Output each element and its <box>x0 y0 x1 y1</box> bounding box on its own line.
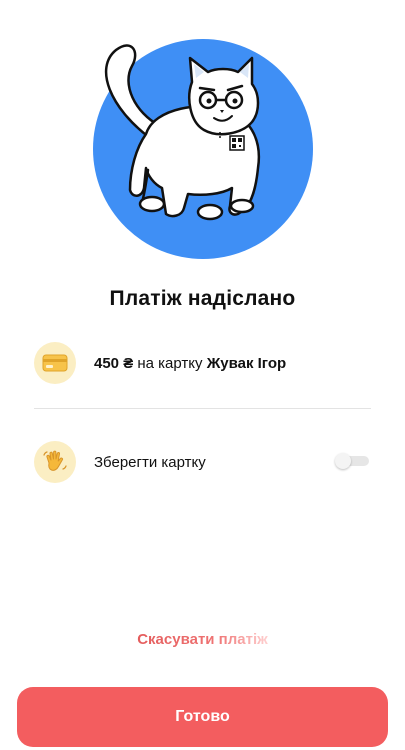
page-title: Платіж надіслано <box>109 287 296 310</box>
divider <box>34 408 371 409</box>
payment-summary-row: 450 ₴ на картку Жувак Ігор <box>34 341 371 385</box>
payment-recipient: Жувак Ігор <box>206 354 287 372</box>
done-button[interactable]: Готово <box>17 687 388 747</box>
save-card-row[interactable]: Зберегти картку <box>34 440 371 484</box>
payment-connector-text: на картку <box>133 354 207 372</box>
cancel-payment-label: Скасувати платіж <box>137 631 268 648</box>
toggle-knob <box>335 453 351 469</box>
cat-illustration <box>92 38 314 260</box>
save-card-label: Зберегти картку <box>94 453 206 471</box>
payment-summary-text: 450 ₴ на картку Жувак Ігор <box>94 355 286 372</box>
cancel-payment-button[interactable]: Скасувати платіж <box>0 631 405 648</box>
save-card-toggle[interactable] <box>335 453 369 469</box>
waving-hand-icon <box>34 441 76 483</box>
cat-illustration-image <box>93 39 313 259</box>
card-icon <box>34 342 76 384</box>
payment-amount: 450 ₴ <box>94 354 134 372</box>
